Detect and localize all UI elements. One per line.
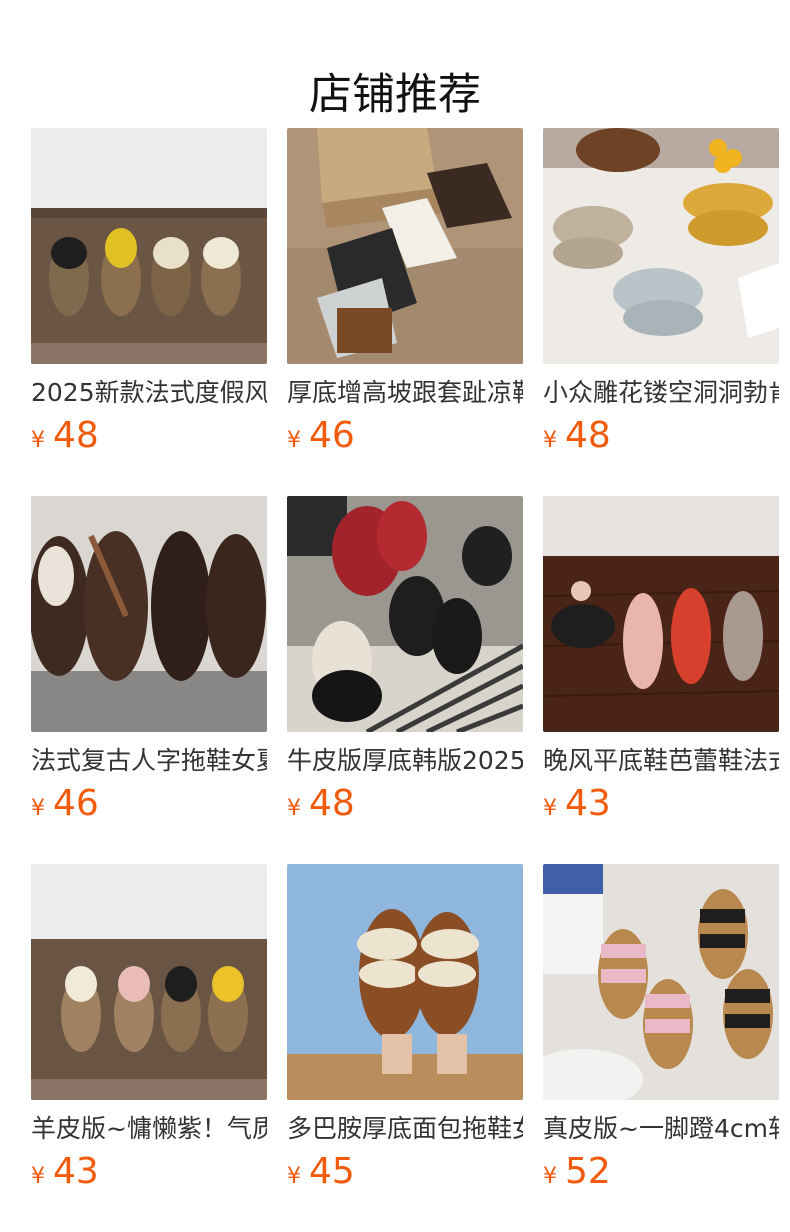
currency-symbol: ¥ [287,1164,301,1189]
price-value: 43 [565,783,611,824]
price-value: 52 [565,1151,611,1192]
product-image[interactable] [287,864,523,1100]
product-image[interactable] [31,496,267,732]
product-price: ¥52 [543,1150,611,1194]
product-price: ¥48 [31,414,99,458]
product-name[interactable]: 多巴胺厚底面包拖鞋女 [287,1112,523,1146]
product-price: ¥46 [287,414,355,458]
price-value: 45 [309,1151,355,1192]
price-value: 48 [309,783,355,824]
product-price: ¥46 [31,782,99,826]
product-name[interactable]: 小众雕花镂空洞洞勃肯 [543,376,779,410]
section-title: 店铺推荐 [309,69,481,120]
price-value: 46 [53,783,99,824]
product-image[interactable] [287,128,523,364]
product-price: ¥48 [287,782,355,826]
product-card[interactable]: 晚风平底鞋芭蕾鞋法式 ¥43 [543,496,779,864]
product-price: ¥43 [543,782,611,826]
product-name[interactable]: 2025新款法式度假风 [31,376,267,410]
product-card[interactable]: 多巴胺厚底面包拖鞋女 ¥45 [287,864,523,1232]
currency-symbol: ¥ [31,428,45,453]
product-name[interactable]: 羊皮版~慵懒紫！气质 [31,1112,267,1146]
product-name[interactable]: 厚底增高坡跟套趾凉鞋 [287,376,523,410]
price-value: 43 [53,1151,99,1192]
product-image[interactable] [287,496,523,732]
price-value: 48 [565,415,611,456]
product-card[interactable]: 2025新款法式度假风 ¥48 [31,128,267,496]
product-card[interactable]: 法式复古人字拖鞋女夏 ¥46 [31,496,267,864]
product-image[interactable] [31,864,267,1100]
price-value: 48 [53,415,99,456]
product-name[interactable]: 晚风平底鞋芭蕾鞋法式 [543,744,779,778]
product-card[interactable]: 真皮版~一脚蹬4cm软 ¥52 [543,864,779,1232]
product-name[interactable]: 牛皮版厚底韩版2025 [287,744,523,778]
product-image[interactable] [543,864,779,1100]
currency-symbol: ¥ [543,428,557,453]
product-card[interactable]: 羊皮版~慵懒紫！气质 ¥43 [31,864,267,1232]
currency-symbol: ¥ [31,1164,45,1189]
currency-symbol: ¥ [287,428,301,453]
currency-symbol: ¥ [31,796,45,821]
product-price: ¥43 [31,1150,99,1194]
product-price: ¥45 [287,1150,355,1194]
currency-symbol: ¥ [543,1164,557,1189]
currency-symbol: ¥ [287,796,301,821]
product-card[interactable]: 小众雕花镂空洞洞勃肯 ¥48 [543,128,779,496]
product-grid: 2025新款法式度假风 ¥48 厚底增高坡跟套趾凉鞋 ¥46 小众雕花镂空洞洞勃… [31,128,779,1232]
product-name[interactable]: 真皮版~一脚蹬4cm软 [543,1112,779,1146]
product-card[interactable]: 厚底增高坡跟套趾凉鞋 ¥46 [287,128,523,496]
product-image[interactable] [543,128,779,364]
product-card[interactable]: 牛皮版厚底韩版2025 ¥48 [287,496,523,864]
product-name[interactable]: 法式复古人字拖鞋女夏 [31,744,267,778]
product-price: ¥48 [543,414,611,458]
currency-symbol: ¥ [543,796,557,821]
product-image[interactable] [543,496,779,732]
product-image[interactable] [31,128,267,364]
price-value: 46 [309,415,355,456]
